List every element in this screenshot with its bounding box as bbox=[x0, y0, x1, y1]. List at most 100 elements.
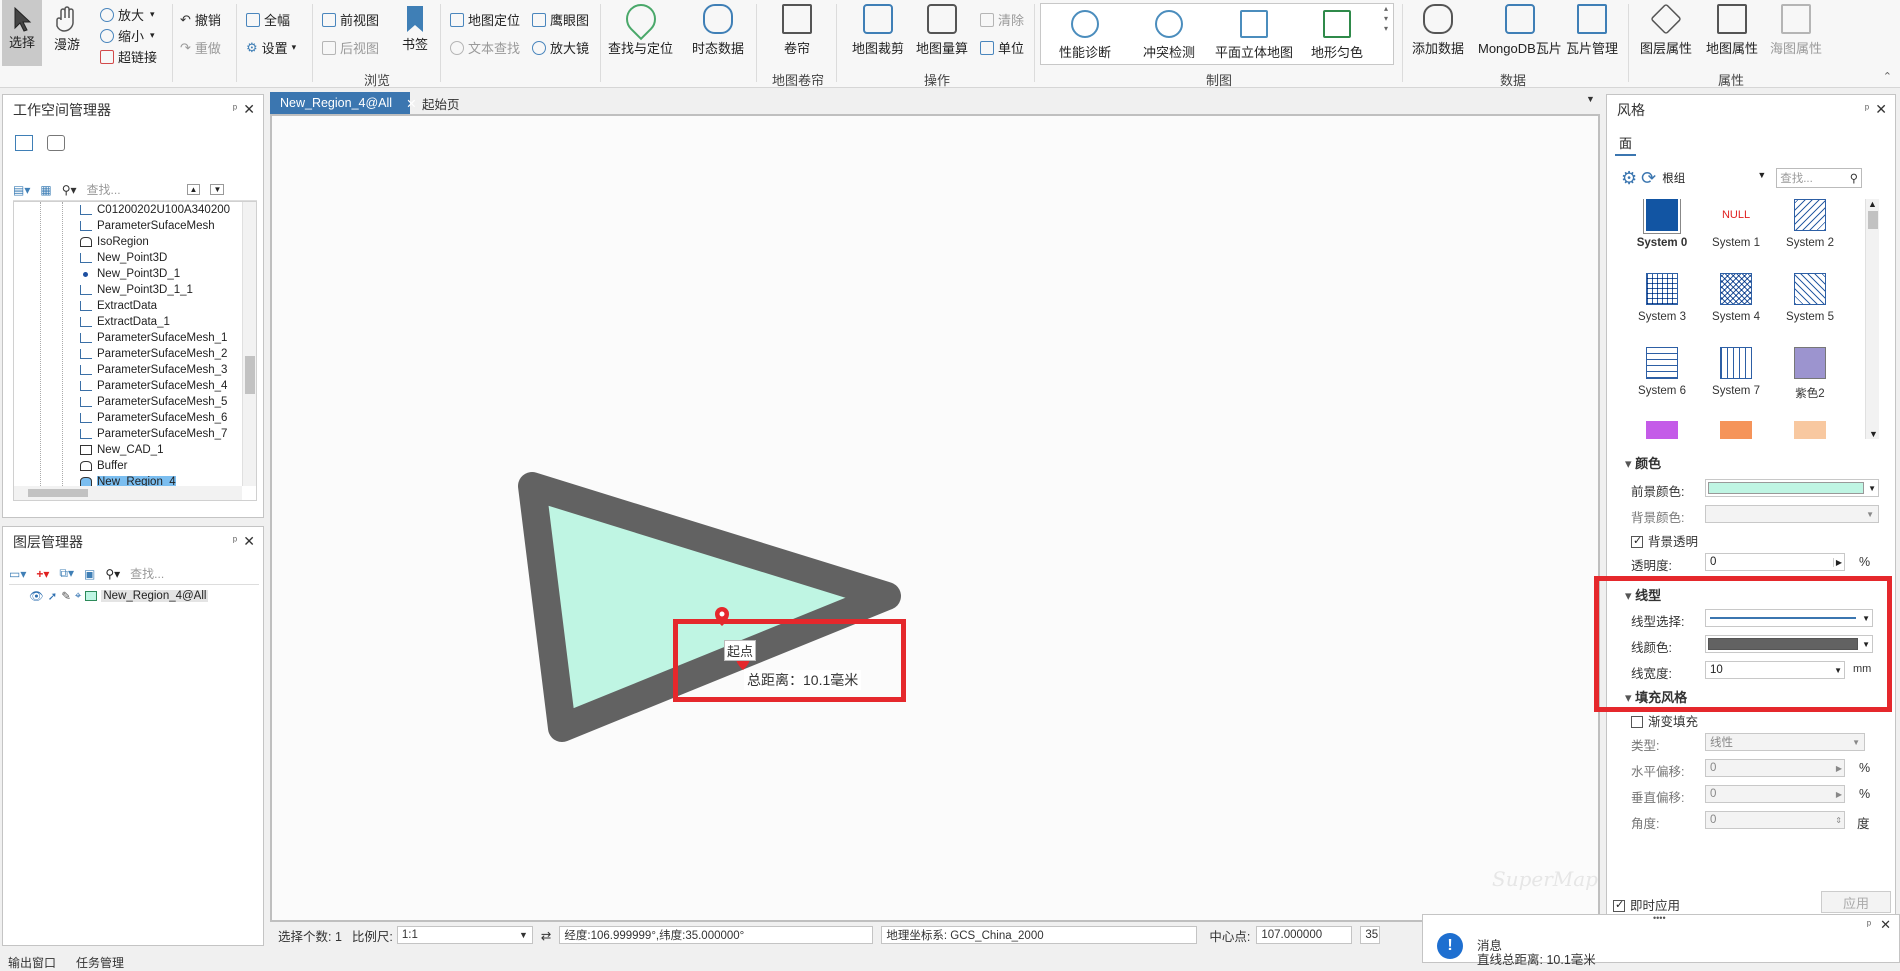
flat-3d-map-button[interactable]: 平面立体地图 bbox=[1215, 10, 1293, 61]
close-icon[interactable]: ✕ bbox=[243, 533, 255, 550]
tab-start-page[interactable]: 起始页 bbox=[412, 92, 470, 114]
tree-item[interactable]: New_Point3D bbox=[80, 250, 167, 265]
zoom-in-button[interactable]: 放大 ▾ bbox=[100, 5, 155, 24]
symbol-search-input[interactable]: 查找... ⚲ bbox=[1776, 168, 1863, 188]
tab-list-dropdown-icon[interactable]: ▼ bbox=[1586, 94, 1595, 104]
tree-item[interactable]: ExtractData bbox=[80, 298, 157, 313]
text-find-button[interactable]: 文本查找 bbox=[450, 38, 520, 57]
select-button[interactable]: 选择 bbox=[2, 0, 42, 66]
temporal-button[interactable]: 时态数据 bbox=[692, 4, 744, 57]
tree-item[interactable]: ParameterSufaceMesh_5 bbox=[80, 394, 227, 409]
magnifier-button[interactable]: 放大镜 bbox=[532, 38, 589, 57]
center-x-input[interactable]: 107.000000 bbox=[1256, 926, 1353, 944]
scroll-up-icon[interactable]: ▲ bbox=[1866, 199, 1879, 209]
spinner-icon[interactable]: ▶ bbox=[1832, 557, 1842, 567]
tree-item[interactable]: ParameterSufaceMesh_6 bbox=[80, 410, 227, 425]
clear-button[interactable]: 清除 bbox=[980, 10, 1024, 29]
tree-horizontal-scrollbar[interactable] bbox=[14, 486, 242, 500]
scroll-thumb[interactable] bbox=[1867, 211, 1878, 229]
layer-props-icon[interactable]: ▣ bbox=[84, 567, 95, 581]
tree-item[interactable]: IsoRegion bbox=[80, 234, 149, 249]
spinner-icon[interactable]: ▶ bbox=[1836, 790, 1842, 799]
gallery-scroll[interactable]: ▴ ▾ ▾ bbox=[1384, 4, 1394, 64]
tab-map-active[interactable]: New_Region_4@All ✕ bbox=[270, 92, 417, 114]
tree-item[interactable]: ExtractData_1 bbox=[80, 314, 170, 329]
eagle-eye-button[interactable]: 鹰眼图 bbox=[532, 10, 589, 29]
tree-item[interactable]: ParameterSufaceMesh_3 bbox=[80, 362, 227, 377]
center-y-input[interactable]: 35 bbox=[1360, 926, 1381, 944]
pin-icon[interactable]: ᵖ bbox=[1867, 919, 1871, 931]
close-icon[interactable]: ✕ bbox=[1880, 917, 1891, 933]
scroll-down-icon[interactable]: ▼ bbox=[210, 184, 225, 195]
refresh-icon[interactable]: ⟳ bbox=[1641, 168, 1656, 189]
workspace-resource-icon[interactable] bbox=[47, 135, 65, 151]
tree-item[interactable]: New_CAD_1 bbox=[80, 442, 163, 457]
find-locate-button[interactable]: 查找与定位 bbox=[608, 0, 673, 57]
tree-item[interactable]: Buffer bbox=[80, 458, 127, 473]
tree-item[interactable]: New_Point3D_1_1 bbox=[80, 282, 193, 297]
live-apply-checkbox[interactable]: 即时应用 bbox=[1613, 895, 1680, 914]
search-icon[interactable]: ⚲▾ bbox=[62, 183, 77, 197]
scroll-down-icon[interactable]: ▼ bbox=[1869, 429, 1878, 439]
voffset-input[interactable]: 0 ▶ bbox=[1705, 785, 1845, 803]
symbol-system-5[interactable]: System 5 bbox=[1775, 273, 1845, 323]
apply-button[interactable]: 应用 bbox=[1821, 891, 1891, 913]
tree-item[interactable]: C01200202U100A340200 bbox=[80, 202, 230, 217]
tile-manage-button[interactable]: 瓦片管理 bbox=[1566, 4, 1618, 57]
selectable-icon[interactable]: ➚ bbox=[48, 589, 58, 603]
scroll-up-icon[interactable]: ▲ bbox=[186, 184, 201, 195]
symbol-group-select[interactable]: 根组 ▼ bbox=[1662, 170, 1766, 186]
symbol-system-2[interactable]: System 2 bbox=[1775, 199, 1845, 249]
gear-icon[interactable]: ⚙ bbox=[1621, 168, 1637, 189]
hyperlink-button[interactable]: 超链接 bbox=[100, 47, 157, 66]
open-datasource-icon[interactable]: ▤▾ bbox=[13, 183, 30, 197]
gradient-checkbox[interactable]: 渐变填充 bbox=[1631, 711, 1698, 730]
checkbox-checked[interactable] bbox=[1631, 534, 1643, 548]
workspace-tree-icon[interactable] bbox=[15, 135, 33, 151]
perf-diagnose-button[interactable]: 性能诊断 bbox=[1059, 10, 1111, 61]
magenta-swatch[interactable] bbox=[1646, 421, 1678, 439]
pan-button[interactable]: 漫游 bbox=[54, 6, 80, 53]
pin-icon[interactable]: ᵖ bbox=[1865, 103, 1869, 115]
full-extent-button[interactable]: 全幅 bbox=[246, 10, 290, 29]
map-view[interactable]: SuperMap 起点 总距离：10.1毫米 bbox=[270, 114, 1600, 922]
opacity-input[interactable]: 0 ▶ bbox=[1705, 553, 1845, 571]
tree-item[interactable]: ParameterSufaceMesh_2 bbox=[80, 346, 227, 361]
toast-grip[interactable]: •••• bbox=[1653, 913, 1666, 923]
checkbox-checked[interactable] bbox=[1613, 898, 1625, 912]
symbol-system-4[interactable]: System 4 bbox=[1701, 273, 1771, 323]
color-section[interactable]: 颜色 bbox=[1625, 453, 1661, 472]
tree-item[interactable]: ParameterSufaceMesh_1 bbox=[80, 330, 227, 345]
layer-props-button[interactable]: 图层属性 bbox=[1640, 3, 1692, 57]
tree-item[interactable]: New_Point3D_1 bbox=[80, 266, 180, 281]
add-data-button[interactable]: 添加数据 bbox=[1412, 4, 1464, 57]
bg-transparent-checkbox[interactable]: 背景透明 bbox=[1631, 531, 1698, 550]
map-measure-button[interactable]: 地图量算 bbox=[916, 4, 968, 57]
symbol-system-3[interactable]: System 3 bbox=[1627, 273, 1697, 323]
unit-button[interactable]: 单位 bbox=[980, 38, 1024, 57]
add-layer-icon[interactable]: +▾ bbox=[36, 567, 49, 581]
zoom-out-button[interactable]: 缩小 ▾ bbox=[100, 26, 155, 45]
redo-button[interactable]: ↷ 重做 bbox=[180, 38, 221, 57]
collapse-ribbon-icon[interactable]: ⌃ bbox=[1883, 70, 1892, 83]
map-canvas[interactable]: SuperMap bbox=[272, 116, 1598, 920]
hoffset-input[interactable]: 0 ▶ bbox=[1705, 759, 1845, 777]
map-locate-button[interactable]: 地图定位 bbox=[450, 10, 520, 29]
close-icon[interactable]: ✕ bbox=[243, 101, 255, 118]
swap-icon[interactable]: ⇄ bbox=[541, 928, 551, 943]
peach-swatch[interactable] bbox=[1794, 421, 1826, 439]
conflict-check-button[interactable]: 冲突检测 bbox=[1143, 10, 1195, 61]
map-props-button[interactable]: 地图属性 bbox=[1706, 4, 1758, 57]
pin-icon[interactable]: ᵖ bbox=[233, 103, 237, 115]
search-icon[interactable]: ⚲▾ bbox=[105, 567, 120, 581]
visible-eye-icon[interactable]: 👁 bbox=[29, 589, 44, 603]
layer-group-icon[interactable]: ⧉▾ bbox=[59, 566, 74, 581]
scroll-thumb[interactable] bbox=[245, 356, 255, 394]
symbol-system-0[interactable]: System 0 bbox=[1627, 199, 1697, 249]
terrain-color-button[interactable]: 地形匀色 bbox=[1311, 10, 1363, 61]
symbol-system-1[interactable]: NULL System 1 bbox=[1701, 199, 1771, 249]
checkbox-unchecked[interactable] bbox=[1631, 716, 1643, 728]
fg-color-picker[interactable]: ▼ bbox=[1705, 479, 1879, 497]
symbol-purple-2[interactable]: 紫色2 bbox=[1775, 347, 1845, 401]
tree-item[interactable]: ParameterSufaceMesh bbox=[80, 218, 215, 233]
